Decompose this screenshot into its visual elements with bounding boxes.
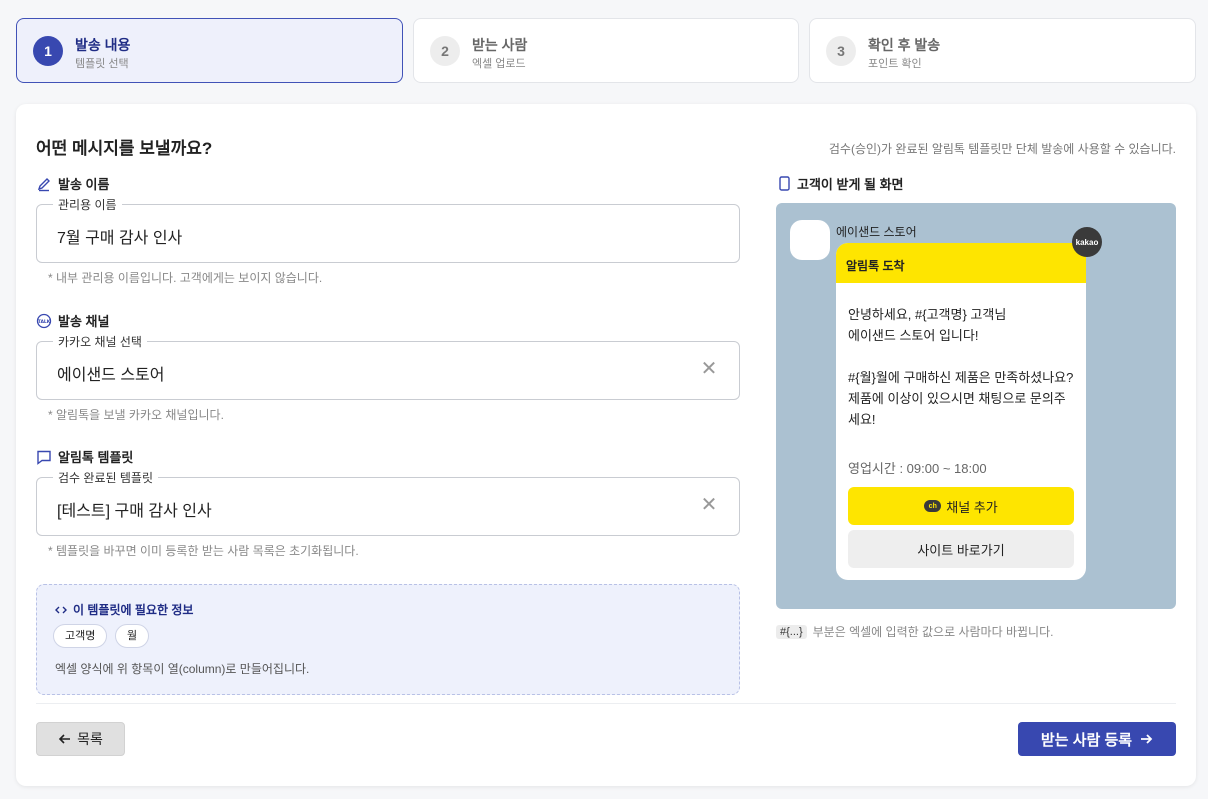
kakao-badge: kakao xyxy=(1072,227,1102,257)
preview-note: #{...} 부분은 엑셀에 입력한 값으로 사람마다 바뀝니다. xyxy=(776,623,1053,640)
channel-select[interactable]: 카카오 채널 선택 에이샌드 스토어 ✕ xyxy=(36,333,740,400)
step-number: 3 xyxy=(826,36,856,66)
channel-add-icon: ch xyxy=(924,500,942,512)
channel-label: 발송 채널 xyxy=(58,314,110,329)
avatar xyxy=(790,220,830,260)
send-name-field[interactable]: 관리용 이름 7월 구매 감사 인사 xyxy=(36,196,740,263)
business-hours: 영업시간 : 09:00 ~ 18:00 xyxy=(848,461,987,476)
step-subtitle: 포인트 확인 xyxy=(868,58,922,70)
add-channel-label: 채널 추가 xyxy=(946,499,998,515)
step-number: 1 xyxy=(33,36,63,66)
pencil-icon xyxy=(37,177,50,191)
send-name-input[interactable]: 7월 구매 감사 인사 xyxy=(57,224,182,248)
site-link-button[interactable]: 사이트 바로가기 xyxy=(848,530,1074,568)
step-title: 확인 후 발송 xyxy=(868,37,941,53)
channel-hint: * 알림톡을 보낼 카카오 채널입니다. xyxy=(48,408,224,422)
bubble-header: 알림톡 도착 xyxy=(836,243,1086,283)
template-label: 알림톡 템플릿 xyxy=(58,450,134,465)
send-name-hint: * 내부 관리용 이름입니다. 고객에게는 보이지 않습니다. xyxy=(48,271,323,285)
compose-card: 어떤 메시지를 보낼까요? 검수(승인)가 완료된 알림톡 템플릿만 단체 발송… xyxy=(16,104,1196,786)
channel-section-label: TALK 발송 채널 xyxy=(36,311,109,330)
message-body: 안녕하세요, #{고객명} 고객님 에이샌드 스토어 입니다! #{월}월에 구… xyxy=(848,307,1074,427)
phone-icon xyxy=(779,176,790,191)
preview-label: 고객이 받게 될 화면 xyxy=(779,174,904,193)
preview-label-text: 고객이 받게 될 화면 xyxy=(797,177,904,192)
step-3[interactable]: 3 확인 후 발송 포인트 확인 xyxy=(809,18,1196,83)
channel-value: 에이샌드 스토어 xyxy=(57,367,165,384)
back-button-label: 목록 xyxy=(77,731,103,747)
svg-text:TALK: TALK xyxy=(38,319,51,325)
step-number: 2 xyxy=(430,36,460,66)
send-name-legend: 관리용 이름 xyxy=(53,196,122,213)
required-info-title: 이 템플릿에 필요한 정보 xyxy=(55,601,193,618)
template-section-label: 알림톡 템플릿 xyxy=(36,447,133,466)
template-value: [테스트] 구매 감사 인사 xyxy=(57,503,212,520)
page-title: 어떤 메시지를 보낼까요? xyxy=(36,139,213,158)
template-select[interactable]: 검수 완료된 템플릿 [테스트] 구매 감사 인사 ✕ xyxy=(36,469,740,536)
send-name-label: 발송 이름 xyxy=(58,177,110,192)
next-button-label: 받는 사람 등록 xyxy=(1040,731,1133,749)
preview-note-text: 부분은 엑셀에 입력한 값으로 사람마다 바뀝니다. xyxy=(812,625,1054,639)
sender-name: 에이샌드 스토어 xyxy=(836,225,917,239)
arrow-right-icon xyxy=(1141,734,1153,744)
template-legend: 검수 완료된 템플릿 xyxy=(53,469,158,486)
variable-code: #{...} xyxy=(776,624,807,639)
step-subtitle: 엑셀 업로드 xyxy=(472,58,526,70)
close-icon[interactable]: ✕ xyxy=(699,495,719,515)
code-icon xyxy=(55,606,67,613)
add-channel-button[interactable]: ch 채널 추가 xyxy=(848,487,1074,525)
back-to-list-button[interactable]: 목록 xyxy=(36,722,125,756)
send-name-section-label: 발송 이름 xyxy=(36,174,109,193)
variable-chip: 월 xyxy=(115,624,150,648)
chat-channel-icon: TALK xyxy=(36,313,52,328)
phone-preview: 에이샌드 스토어 알림톡 도착 kakao 안녕하세요, #{고객명} 고객님 … xyxy=(776,203,1176,609)
step-2[interactable]: 2 받는 사람 엑셀 업로드 xyxy=(413,18,799,83)
register-recipients-button[interactable]: 받는 사람 등록 xyxy=(1018,722,1176,756)
required-info-box: 이 템플릿에 필요한 정보 고객명 월 엑셀 양식에 위 항목이 열(colum… xyxy=(36,584,740,695)
template-hint: * 템플릿을 바꾸면 이미 등록한 받는 사람 목록은 초기화됩니다. xyxy=(48,544,359,558)
message-bubble: 알림톡 도착 kakao 안녕하세요, #{고객명} 고객님 에이샌드 스토어 … xyxy=(836,227,1102,580)
step-title: 발송 내용 xyxy=(75,37,131,53)
step-title: 받는 사람 xyxy=(472,37,528,53)
close-icon[interactable]: ✕ xyxy=(699,359,719,379)
arrow-left-icon xyxy=(58,734,71,744)
channel-legend: 카카오 채널 선택 xyxy=(53,333,147,350)
page-note: 검수(승인)가 완료된 알림톡 템플릿만 단체 발송에 사용할 수 있습니다. xyxy=(828,142,1176,156)
step-subtitle: 템플릿 선택 xyxy=(75,58,129,70)
required-info-title-text: 이 템플릿에 필요한 정보 xyxy=(73,603,194,617)
message-icon xyxy=(37,450,51,465)
required-info-desc: 엑셀 양식에 위 항목이 열(column)로 만들어집니다. xyxy=(55,662,310,676)
variable-chip: 고객명 xyxy=(53,624,108,648)
divider xyxy=(36,703,1176,704)
step-1[interactable]: 1 발송 내용 템플릿 선택 xyxy=(16,18,403,83)
